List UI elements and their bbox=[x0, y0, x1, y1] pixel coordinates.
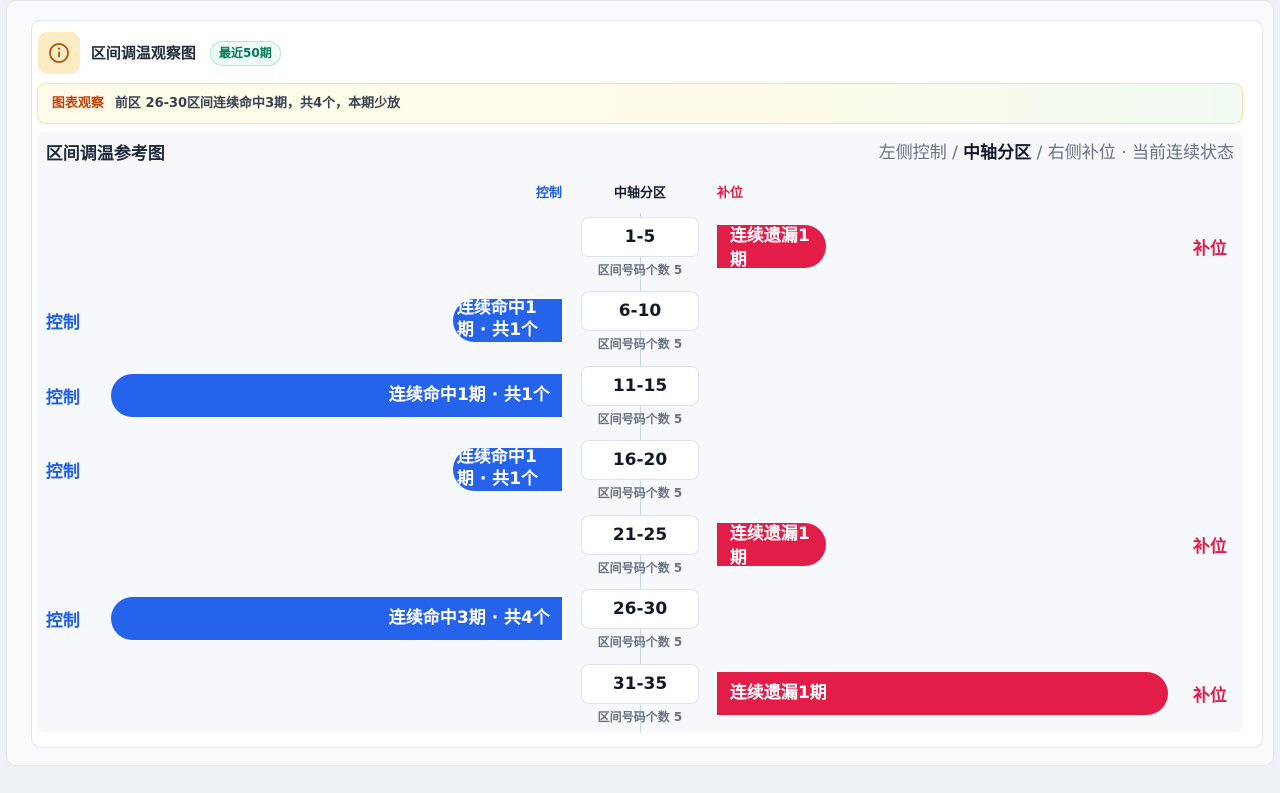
zone-box: 11-15 bbox=[581, 366, 699, 406]
panel-title: 区间调温参考图 bbox=[46, 144, 165, 164]
fill-bar-label: 连续遗漏1期 bbox=[730, 524, 810, 566]
panel-legend: 左侧控制 / 中轴分区 / 右侧补位 · 当前连续状态 bbox=[879, 142, 1234, 164]
legend-right: / 右侧补位 · 当前连续状态 bbox=[1031, 143, 1234, 163]
legend-left: 左侧控制 / bbox=[878, 143, 964, 163]
control-side-label: 控制 bbox=[46, 462, 80, 482]
zone-box: 1-5 bbox=[581, 217, 699, 257]
control-side-label: 控制 bbox=[46, 388, 80, 408]
control-bar-label: 连续命中1期 · 共1个 bbox=[389, 385, 550, 405]
zone-row: 控制 连续命中3期 · 共4个 26-30 区间号码个数 5 bbox=[37, 589, 1243, 659]
zone-box: 16-20 bbox=[581, 440, 699, 480]
fill-side-label: 补位 bbox=[1193, 537, 1227, 557]
control-bar-label: 连续命中1期 · 共1个 bbox=[457, 299, 539, 340]
zone-count: 区间号码个数 5 bbox=[597, 486, 683, 500]
control-bar: 连续命中3期 · 共4个 bbox=[111, 597, 562, 640]
zone-count: 区间号码个数 5 bbox=[597, 337, 683, 351]
legend-mid: 中轴分区 bbox=[963, 143, 1032, 163]
observation-banner: 图表观察 前区 26-30区间连续命中3期，共4个，本期少放 bbox=[37, 83, 1243, 124]
zone-row: 连续遗漏1期 21-25 区间号码个数 5 补位 bbox=[37, 515, 1243, 585]
control-bar: 连续命中1期 · 共1个 bbox=[111, 374, 562, 417]
zone-count: 区间号码个数 5 bbox=[597, 263, 683, 277]
zone-box: 26-30 bbox=[581, 589, 699, 629]
period-badge: 最近50期 bbox=[210, 41, 281, 66]
observation-tag: 图表观察 bbox=[52, 96, 105, 111]
zone-count: 区间号码个数 5 bbox=[597, 412, 683, 426]
zone-row: 控制 连续命中1期 · 共1个 16-20 区间号码个数 5 bbox=[37, 440, 1243, 510]
zone-row: 控制 连续命中1期 · 共1个 11-15 区间号码个数 5 bbox=[37, 366, 1243, 436]
fill-side-label: 补位 bbox=[1193, 686, 1227, 706]
fill-bar-label: 连续遗漏1期 bbox=[730, 226, 810, 268]
fill-bar: 连续遗漏1期 bbox=[717, 672, 1168, 715]
column-header-control: 控制 bbox=[535, 186, 562, 201]
column-header-axis: 中轴分区 bbox=[613, 186, 666, 201]
zone-box: 21-25 bbox=[581, 515, 699, 555]
fill-bar: 连续遗漏1期 bbox=[717, 523, 826, 566]
control-bar: 连续命中1期 · 共1个 bbox=[453, 299, 562, 342]
zone-box: 6-10 bbox=[581, 291, 699, 331]
observation-text: 前区 26-30区间连续命中3期，共4个，本期少放 bbox=[115, 96, 401, 111]
fill-bar: 连续遗漏1期 bbox=[717, 225, 826, 268]
control-side-label: 控制 bbox=[46, 313, 80, 333]
zone-row: 连续遗漏1期 31-35 区间号码个数 5 补位 bbox=[37, 664, 1243, 733]
zone-count: 区间号码个数 5 bbox=[597, 635, 683, 649]
control-bar-label: 连续命中3期 · 共4个 bbox=[389, 608, 550, 628]
info-icon bbox=[38, 32, 80, 74]
column-header-fill: 补位 bbox=[717, 186, 744, 201]
zone-row: 控制 连续命中1期 · 共1个 6-10 区间号码个数 5 bbox=[37, 291, 1243, 361]
zone-count: 区间号码个数 5 bbox=[597, 710, 683, 724]
fill-bar-label: 连续遗漏1期 bbox=[730, 683, 827, 703]
zone-row: 连续遗漏1期 1-5 区间号码个数 5 补位 bbox=[37, 217, 1243, 287]
card-title: 区间调温观察图 bbox=[91, 44, 197, 62]
zone-chart-panel: 区间调温参考图 左侧控制 / 中轴分区 / 右侧补位 · 当前连续状态 控制 中… bbox=[37, 131, 1243, 733]
control-bar-label: 连续命中1期 · 共1个 bbox=[457, 448, 539, 489]
zone-count: 区间号码个数 5 bbox=[597, 561, 683, 575]
fill-side-label: 补位 bbox=[1193, 239, 1227, 259]
control-side-label: 控制 bbox=[46, 611, 80, 631]
zone-box: 31-35 bbox=[581, 664, 699, 704]
control-bar: 连续命中1期 · 共1个 bbox=[453, 448, 562, 491]
